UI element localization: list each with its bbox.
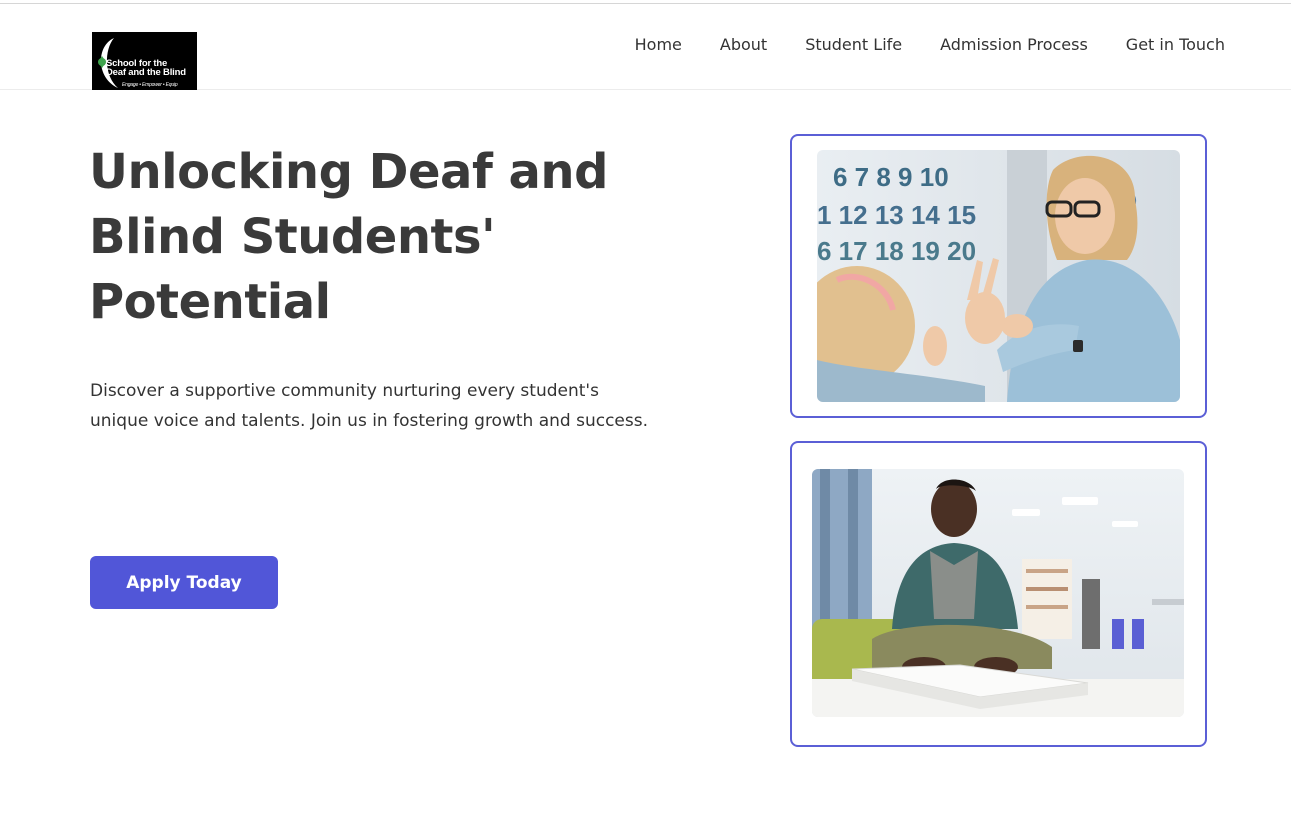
school-logo[interactable]: School for the Deaf and the Blind Engage…	[92, 32, 197, 90]
apply-today-button[interactable]: Apply Today	[90, 556, 278, 609]
nav-home[interactable]: Home	[635, 35, 682, 55]
logo-text-line2: Deaf and the Blind	[106, 67, 186, 78]
nav-get-in-touch[interactable]: Get in Touch	[1126, 35, 1225, 55]
hero-description: Discover a supportive community nurturin…	[90, 381, 648, 431]
wall-numbers-row1: 6 7 8 9 10	[833, 162, 949, 192]
nav-about[interactable]: About	[720, 35, 767, 55]
logo-tagline: Engage • Empower • Equip	[122, 82, 178, 88]
nav-student-life[interactable]: Student Life	[805, 35, 902, 55]
sign-language-photo: 6 7 8 9 10 1 12 13 14 15 6 17 18 19 20 O	[817, 150, 1180, 402]
hero-title: Unlocking Deaf and Blind Students' Poten…	[89, 144, 608, 330]
photo-card-sign-language: 6 7 8 9 10 1 12 13 14 15 6 17 18 19 20 O	[790, 134, 1207, 418]
site-header: School for the Deaf and the Blind Engage…	[0, 4, 1291, 90]
nav-admission-process[interactable]: Admission Process	[940, 35, 1088, 55]
wall-numbers-row3: 6 17 18 19 20	[817, 236, 976, 266]
wall-numbers-row2: 1 12 13 14 15	[817, 200, 976, 230]
photo-card-braille-reader	[790, 441, 1207, 747]
braille-reader-photo	[812, 469, 1184, 717]
main-nav: Home About Student Life Admission Proces…	[635, 35, 1225, 55]
